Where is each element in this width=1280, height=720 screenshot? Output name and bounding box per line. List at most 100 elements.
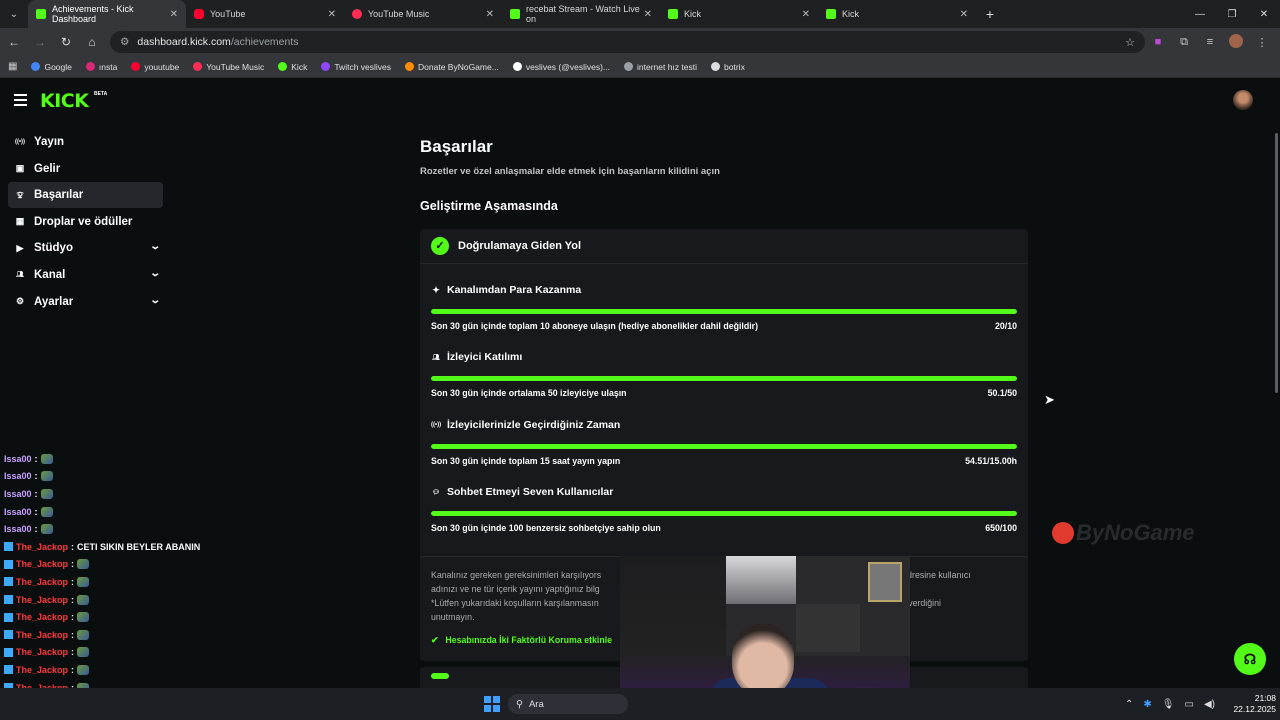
chat-username[interactable]: The_Jackop	[16, 559, 68, 569]
subscriber-badge-icon	[4, 630, 13, 640]
apps-grid-icon[interactable]: ▦	[8, 61, 17, 72]
bluetooth-icon[interactable]: ✱	[1143, 699, 1151, 710]
browser-tab[interactable]: Achievements - Kick Dashboard ✕	[28, 0, 186, 28]
browser-tab[interactable]: YouTube Music ✕	[344, 0, 502, 28]
bookmark-star-icon[interactable]: ☆	[1125, 36, 1135, 49]
extension-icon[interactable]: ■	[1145, 36, 1171, 48]
chat-username[interactable]: The_Jackop	[16, 647, 68, 657]
bookmark-item[interactable]: Google	[31, 62, 72, 72]
chat-message: The_Jackop:	[0, 591, 230, 609]
chevron-down-icon[interactable]: ⌄	[149, 268, 161, 279]
close-window-icon[interactable]: ✕	[1248, 9, 1280, 20]
subscriber-badge-icon	[4, 595, 13, 605]
chat-colon: :	[71, 594, 75, 605]
bookmark-item[interactable]: internet hız testi	[624, 62, 697, 72]
sidebar-item[interactable]: ▣ Gelir	[8, 156, 163, 182]
url-field[interactable]: ⚙ dashboard.kick.com/achievements ☆	[110, 31, 1145, 53]
tab-close-icon[interactable]: ✕	[802, 9, 810, 20]
chat-username[interactable]: The_Jackop	[16, 630, 68, 640]
new-tab-button[interactable]: +	[976, 6, 1004, 22]
sidebar-item[interactable]: 👥︎ Kanal ⌄	[8, 262, 163, 288]
microphone-icon[interactable]: 🎙︎	[1162, 699, 1175, 710]
sidebar-item[interactable]: ⚙ Ayarlar ⌄	[8, 289, 163, 315]
chat-username[interactable]: The_Jackop	[16, 542, 68, 552]
kick-icon	[36, 9, 46, 19]
browser-tab[interactable]: Kick ✕	[660, 0, 818, 28]
browser-tab[interactable]: YouTube ✕	[186, 0, 344, 28]
tab-search-icon[interactable]: ⌄	[0, 9, 28, 20]
bookmark-item[interactable]: veslives (@veslives)...	[512, 62, 610, 72]
bookmark-item[interactable]: Kick	[278, 62, 307, 72]
windows-start-icon[interactable]	[484, 696, 500, 712]
browser-tab[interactable]: Kick ✕	[818, 0, 976, 28]
chat-username[interactable]: Issa00	[4, 454, 32, 464]
bookmark-item[interactable]: Donate ByNoGame...	[405, 62, 499, 72]
sidebar-item[interactable]: ((•)) Yayın	[8, 129, 163, 155]
reload-icon[interactable]: ↻	[54, 35, 78, 49]
sidebar-item[interactable]: ▦ Droplar ve ödüller	[8, 209, 163, 235]
kick-logo[interactable]: KICK	[40, 90, 89, 112]
taskbar-clock[interactable]: 21:08 22.12.2025	[1226, 693, 1276, 715]
extensions-puzzle-icon[interactable]: ⧉	[1171, 36, 1197, 49]
bookmark-item[interactable]: ınsta	[85, 62, 117, 72]
chat-colon: :	[71, 664, 75, 675]
achievement-goal: 💬︎ Sohbet Etmeyi Seven Kullanıcılar Son 30…	[431, 486, 1017, 533]
chevron-down-icon[interactable]: ⌄	[149, 295, 161, 306]
hamburger-menu-icon[interactable]	[14, 94, 27, 109]
back-icon[interactable]: ←	[2, 35, 26, 49]
site-info-icon[interactable]: ⚙	[120, 36, 129, 48]
taskbar-search[interactable]: ⚲ Ara	[508, 694, 628, 714]
chat-colon: :	[71, 612, 75, 623]
bookmark-item[interactable]: Twitch veslives	[321, 62, 391, 72]
chat-username[interactable]: The_Jackop	[16, 665, 68, 675]
minimize-icon[interactable]: —	[1184, 9, 1216, 20]
tab-close-icon[interactable]: ✕	[486, 9, 494, 20]
sidebar-item[interactable]: 🏆︎ Başarılar	[8, 182, 163, 209]
goal-description: Son 30 gün içinde ortalama 50 izleyiciye…	[431, 388, 1017, 398]
chat-message: Issa00:	[0, 503, 230, 521]
chat-username[interactable]: The_Jackop	[16, 612, 68, 622]
chat-username[interactable]: Issa00	[4, 524, 32, 534]
tab-close-icon[interactable]: ✕	[170, 9, 178, 20]
tab-close-icon[interactable]: ✕	[644, 9, 652, 20]
home-icon[interactable]: ⌂	[80, 35, 104, 49]
chat-username[interactable]: The_Jackop	[16, 595, 68, 605]
chat-username[interactable]: Issa00	[4, 489, 32, 499]
chat-message: The_Jackop: CETI SIKIN BEYLER ABANIN	[0, 538, 230, 556]
progress-bar	[431, 511, 1017, 516]
media-control-icon[interactable]: ≡	[1197, 36, 1223, 48]
chat-username[interactable]: Issa00	[4, 471, 32, 481]
emote-icon	[77, 594, 90, 605]
chat-colon: :	[71, 647, 75, 658]
volume-icon[interactable]: ◀︎)	[1204, 699, 1215, 710]
bookmark-item[interactable]: YouTube Music	[193, 62, 264, 72]
browser-menu-icon[interactable]: ⋮	[1249, 36, 1275, 49]
chat-username[interactable]: The_Jackop	[16, 577, 68, 587]
support-chat-icon[interactable]: ☊	[1234, 643, 1266, 675]
bookmark-item[interactable]: youutube	[131, 62, 179, 72]
progress-bar-fill	[431, 444, 1017, 449]
chat-text: CETI SIKIN BEYLER ABANIN	[77, 541, 201, 552]
sidebar-item[interactable]: ▶ Stüdyo ⌄	[8, 235, 163, 261]
chat-colon: :	[71, 559, 75, 570]
tab-close-icon[interactable]: ✕	[960, 9, 968, 20]
restore-icon[interactable]: ❐	[1216, 9, 1248, 20]
user-avatar[interactable]	[1233, 90, 1253, 110]
mouse-cursor-icon: ➤	[1044, 392, 1055, 407]
chevron-down-icon[interactable]: ⌄	[149, 241, 161, 252]
browser-tab[interactable]: recebat Stream - Watch Live on ✕	[502, 0, 660, 28]
browser-profile-avatar[interactable]	[1223, 33, 1249, 51]
bookmark-favicon-icon	[31, 62, 41, 71]
bookmark-item[interactable]: botrix	[711, 62, 745, 72]
forward-icon[interactable]: →	[28, 35, 52, 49]
tab-title: YouTube	[210, 9, 246, 19]
chat-username[interactable]: Issa00	[4, 507, 32, 517]
network-icon[interactable]: ▭	[1184, 699, 1193, 710]
sidebar-item-label: Başarılar	[34, 189, 84, 202]
tab-title: Kick	[684, 9, 702, 19]
youtube-music-icon	[352, 9, 362, 19]
tab-close-icon[interactable]: ✕	[328, 9, 336, 20]
page-scrollbar[interactable]	[1275, 133, 1278, 393]
tray-chevron-icon[interactable]: ⌃	[1125, 699, 1133, 710]
sidebar-item-label: Yayın	[34, 136, 65, 148]
